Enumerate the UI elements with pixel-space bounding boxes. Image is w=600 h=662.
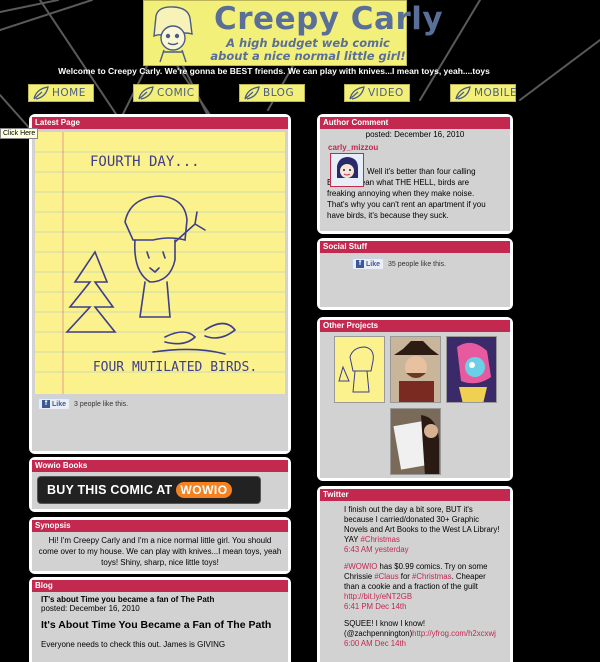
site-subtitle: A high budget web comic about a nice nor…: [210, 36, 406, 63]
tweet-mention[interactable]: (@zachpennington): [344, 629, 412, 638]
synopsis-text: Hi! I'm Creepy Carly and I'm a nice norm…: [38, 536, 282, 567]
project-thumb-comic[interactable]: [334, 336, 385, 403]
wowio-widget: Wowio Books BUY THIS COMIC AT WOWIO: [29, 457, 291, 512]
tweet-list: I finish out the day a bit sore, BUT it'…: [320, 501, 510, 649]
other-projects-title: Other Projects: [320, 320, 510, 332]
nav-video[interactable]: VIDEO: [344, 84, 410, 102]
leaf-icon: [33, 86, 49, 100]
tweet-hashtag[interactable]: #Christmas: [360, 535, 399, 544]
blog-title: Blog: [32, 580, 288, 592]
tweet: #WOWIO has $0.99 comics. Try on some Chr…: [344, 562, 500, 612]
facebook-icon: f: [42, 400, 50, 408]
leaf-icon: [349, 86, 365, 100]
synopsis-title: Synopsis: [32, 520, 288, 532]
twitter-title: Twitter: [320, 489, 510, 501]
tweet: I finish out the day a bit sore, BUT it'…: [344, 505, 500, 555]
comic-page-drawing: [35, 132, 285, 394]
tweet-link[interactable]: http://yfrog.com/h2xcxwj: [412, 629, 496, 638]
latest-page-title: Latest Page: [32, 117, 288, 129]
nav-comic-label: COMIC: [157, 87, 195, 99]
twitter-widget: Twitter I finish out the day a bit sore,…: [317, 486, 513, 662]
author-comment-widget: Author Comment posted: December 16, 2010…: [317, 114, 513, 234]
tweet-hashtag[interactable]: #Christmas: [412, 572, 451, 581]
facebook-icon: f: [356, 260, 364, 268]
nav-blog[interactable]: BLOG: [239, 84, 305, 102]
comic-like-button[interactable]: f Like: [38, 398, 71, 410]
tweet-link[interactable]: http://bit.ly/eNT2GB: [344, 592, 412, 601]
tweet-time[interactable]: 6:43 AM yesterday: [344, 545, 500, 555]
like-button-label: Like: [366, 260, 381, 268]
project-thumb-photo-art: [391, 409, 440, 474]
nav-home-label: HOME: [52, 87, 86, 99]
like-button-label: Like: [52, 400, 67, 408]
wowio-button-text: BUY THIS COMIC AT: [47, 483, 173, 497]
author-username[interactable]: carly_mizzou: [320, 139, 510, 152]
comic-caption-top: FOURTH DAY...: [90, 154, 200, 170]
blog-post-date: posted: December 16, 2010: [41, 604, 140, 613]
blog-post-body: Everyone needs to check this out. James …: [41, 640, 226, 649]
author-comment-date: posted: December 16, 2010: [365, 130, 465, 139]
nav-video-label: VIDEO: [368, 87, 404, 99]
nav-mobile-label: MOBILE: [474, 87, 518, 99]
tweet-hashtag[interactable]: #WOWIO: [344, 562, 377, 571]
author-comment-title: Author Comment: [320, 117, 510, 129]
tweet-time[interactable]: 6:41 PM Dec 14th: [344, 602, 500, 612]
project-thumb-cowboy[interactable]: [390, 336, 441, 403]
site-logo-banner[interactable]: Creepy Carly A high budget web comic abo…: [143, 0, 443, 66]
click-here-tooltip: Click Here: [0, 128, 39, 139]
comic-caption-bottom: FOUR MUTILATED BIRDS.: [92, 360, 258, 375]
social-stuff-title: Social Stuff: [320, 241, 510, 253]
tweet: SQUEE! I know I know! (@zachpennington)h…: [344, 619, 500, 649]
project-thumb-comic-art: [338, 346, 374, 393]
author-avatar-drawing: [331, 154, 363, 186]
blog-post-link[interactable]: IT's about Time you became a fan of The …: [32, 592, 288, 604]
leaf-icon: [455, 86, 471, 100]
carly-character-icon: [153, 6, 193, 63]
leaf-icon: [244, 86, 260, 100]
wowio-logo: WOWIO: [176, 482, 232, 498]
social-like-widget: f Like 35 people like this.: [352, 258, 446, 270]
comic-like-widget: f Like 3 people like this.: [38, 398, 128, 410]
synopsis-widget: Synopsis Hi! I'm Creepy Carly and I'm a …: [29, 517, 291, 574]
site-title: Creepy Carly: [214, 1, 444, 37]
latest-page-widget: Latest Page FOURTH DAY... FOUR MUTILATED…: [29, 114, 291, 454]
nav-mobile[interactable]: MOBILE: [450, 84, 518, 102]
social-like-button[interactable]: f Like: [352, 258, 385, 270]
leaf-icon: [138, 86, 154, 100]
wowio-title: Wowio Books: [32, 460, 288, 472]
tweet-text: for: [398, 572, 413, 581]
latest-comic-image[interactable]: FOURTH DAY... FOUR MUTILATED BIRDS.: [35, 132, 285, 394]
other-projects-widget: Other Projects: [317, 317, 513, 481]
blog-widget: Blog IT's about Time you became a fan of…: [29, 577, 291, 662]
author-avatar[interactable]: [330, 153, 364, 187]
welcome-message: Welcome to Creepy Carly. We're gonna be …: [58, 66, 490, 76]
project-thumb-pony-art: [447, 337, 496, 402]
nav-comic[interactable]: COMIC: [133, 84, 199, 102]
project-thumb-photo[interactable]: [390, 408, 441, 475]
tweet-time[interactable]: 6:00 AM Dec 14th: [344, 639, 500, 649]
project-thumb-pony[interactable]: [446, 336, 497, 403]
project-thumb-cowboy-art: [391, 337, 440, 402]
nav-blog-label: BLOG: [263, 87, 295, 99]
social-stuff-widget: Social Stuff f Like 35 people like this.: [317, 238, 513, 310]
tweet-text: SQUEE! I know I know!: [344, 619, 426, 628]
nav-home[interactable]: HOME: [28, 84, 94, 102]
tweet-hashtag[interactable]: #Claus: [374, 572, 398, 581]
buy-comic-wowio-button[interactable]: BUY THIS COMIC AT WOWIO: [37, 476, 261, 504]
social-like-count: 35 people like this.: [388, 260, 446, 268]
blog-post-title: It's About Time You Became a Fan of The …: [41, 619, 272, 631]
comic-like-count: 3 people like this.: [74, 400, 129, 408]
